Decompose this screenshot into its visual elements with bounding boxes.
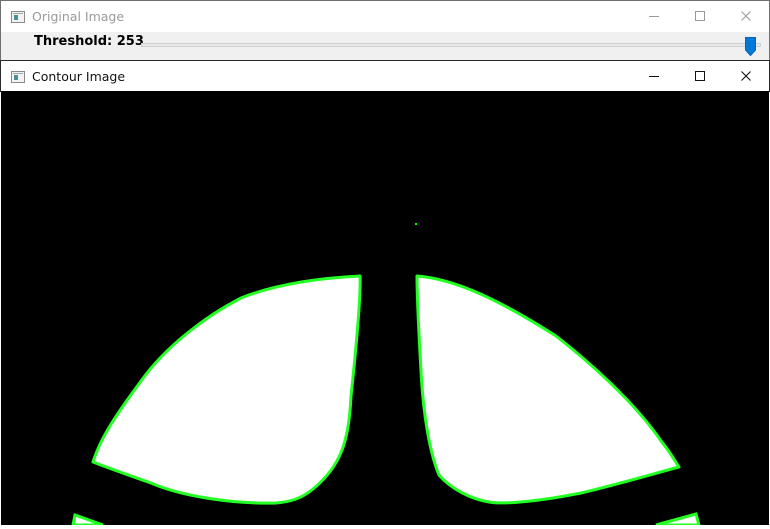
maximize-button[interactable] xyxy=(677,61,723,91)
close-button[interactable] xyxy=(723,61,769,91)
maximize-button[interactable] xyxy=(677,1,723,31)
threshold-trackbar-panel: Threshold: 253 xyxy=(0,32,770,60)
contour-image xyxy=(1,91,769,527)
contour-image-title: Contour Image xyxy=(32,69,126,84)
close-icon xyxy=(741,11,751,21)
close-button[interactable] xyxy=(723,1,769,31)
threshold-slider-track[interactable] xyxy=(141,43,761,47)
window-controls xyxy=(631,1,769,31)
minimize-button[interactable] xyxy=(631,61,677,91)
contour-dot xyxy=(415,223,417,225)
minimize-icon xyxy=(649,16,659,17)
minimize-button[interactable] xyxy=(631,1,677,31)
original-image-titlebar[interactable]: Original Image xyxy=(0,0,770,32)
maximize-icon xyxy=(695,11,705,21)
close-icon xyxy=(741,71,751,81)
app-icon xyxy=(11,70,25,83)
contour-image-canvas xyxy=(1,91,769,527)
contour-image-titlebar[interactable]: Contour Image xyxy=(0,60,770,92)
window-controls xyxy=(631,61,769,91)
threshold-label: Threshold: 253 xyxy=(34,34,144,49)
threshold-slider-thumb[interactable] xyxy=(745,37,757,56)
app-icon xyxy=(11,10,25,23)
minimize-icon xyxy=(649,76,659,77)
original-image-title: Original Image xyxy=(32,9,125,24)
maximize-icon xyxy=(695,71,705,81)
